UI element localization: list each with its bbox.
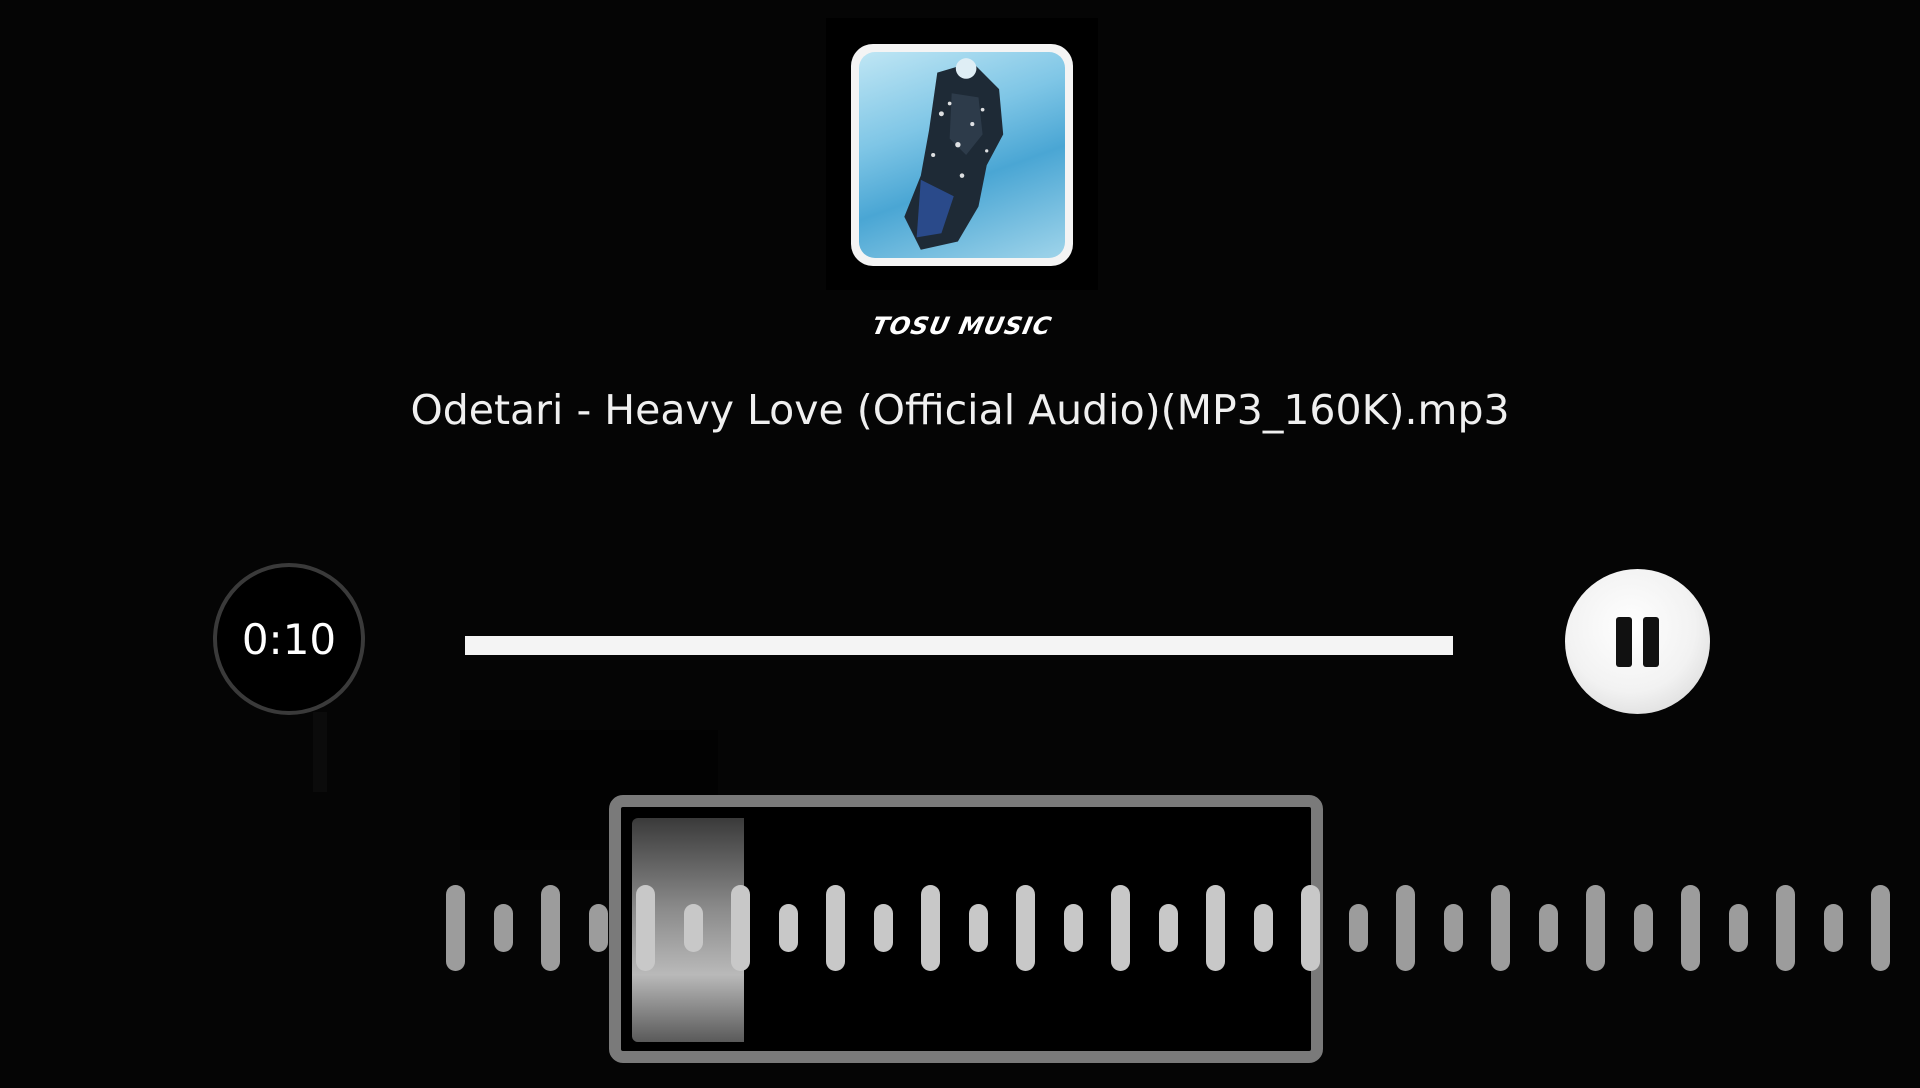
waveform-bar xyxy=(778,904,798,952)
waveform-bar xyxy=(826,885,845,971)
waveform-bar xyxy=(1396,885,1415,971)
album-art-container xyxy=(826,18,1098,290)
waveform-bar xyxy=(493,904,513,952)
waveform-bar xyxy=(1871,885,1890,971)
waveform-bar xyxy=(1586,885,1605,971)
waveform-bar xyxy=(446,885,465,971)
waveform-bar xyxy=(1823,904,1843,952)
waveform-bar xyxy=(1776,885,1795,971)
waveform-bar xyxy=(1633,904,1653,952)
progress-fill xyxy=(465,636,1453,655)
waveform-bar xyxy=(1681,885,1700,971)
waveform-bar xyxy=(731,885,750,971)
pause-icon xyxy=(1616,616,1659,667)
pause-button[interactable] xyxy=(1565,569,1710,714)
waveform-bar xyxy=(1206,885,1225,971)
waveform-bar xyxy=(921,885,940,971)
waveform-bar xyxy=(968,904,988,952)
waveform-bar xyxy=(1253,904,1273,952)
elapsed-time: 0:10 xyxy=(213,563,365,715)
album-art-border xyxy=(851,44,1073,266)
waveform-bar xyxy=(683,904,703,952)
waveform-bar xyxy=(636,885,655,971)
progress-bar[interactable] xyxy=(465,636,1453,655)
waveform-bar xyxy=(873,904,893,952)
track-title: Odetari - Heavy Love (Official Audio)(MP… xyxy=(410,386,1510,434)
waveform-bar xyxy=(1348,904,1368,952)
album-cover-image xyxy=(859,52,1065,258)
waveform-bar xyxy=(1063,904,1083,952)
album-cover-photo-icon xyxy=(904,58,1004,250)
waveform-bar xyxy=(1443,904,1463,952)
waveform-bar xyxy=(541,885,560,971)
waveform-bar xyxy=(1111,885,1130,971)
waveform-bar xyxy=(1728,904,1748,952)
waveform-bar xyxy=(588,904,608,952)
waveform-bar xyxy=(1158,904,1178,952)
waveform-bar xyxy=(1016,885,1035,971)
waveform-bar xyxy=(1301,885,1320,971)
waveform-bar xyxy=(1491,885,1510,971)
brand-logo: TOSU MUSIC xyxy=(869,312,1055,340)
waveform-bar xyxy=(1538,904,1558,952)
time-indicator-tail xyxy=(313,712,327,792)
